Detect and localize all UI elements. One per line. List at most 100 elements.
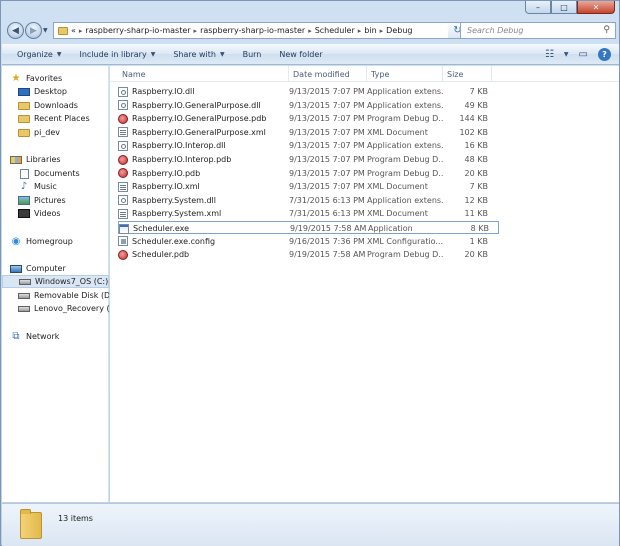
nav-desktop[interactable]: Desktop xyxy=(2,85,109,98)
file-name-cell[interactable]: Scheduler.pdb xyxy=(118,248,283,261)
desktop-icon xyxy=(18,87,30,96)
new-folder-button[interactable]: New folder xyxy=(270,50,331,59)
breadcrumb-item[interactable]: Debug xyxy=(386,26,412,35)
column-size[interactable]: Size xyxy=(443,66,492,82)
navigation-row: ◀ ▶ ▼ « ▸ raspberry-sharp-io-master ▸ ra… xyxy=(5,21,617,41)
column-type[interactable]: Type xyxy=(367,66,443,82)
breadcrumb-item[interactable]: Scheduler xyxy=(315,26,355,35)
nav-videos[interactable]: Videos xyxy=(2,207,109,220)
file-size: 20 KB xyxy=(464,168,488,178)
window-controls: – □ ✕ xyxy=(525,1,615,14)
file-row[interactable]: Raspberry.IO.xml 9/13/2015 7:07 PM XML Doc… xyxy=(118,180,499,193)
column-name[interactable]: Name xyxy=(118,66,289,82)
file-name-cell[interactable]: Raspberry.IO.GeneralPurpose.xml xyxy=(118,126,283,139)
nav-documents[interactable]: Documents xyxy=(2,167,109,180)
file-row[interactable]: Raspberry.IO.Interop.pdb 9/13/2015 7:07 P… xyxy=(118,153,499,166)
preview-pane-icon[interactable]: ▭ xyxy=(579,49,588,60)
forward-button[interactable]: ▶ xyxy=(25,22,42,39)
file-name-cell[interactable]: Raspberry.IO.GeneralPurpose.dll xyxy=(118,99,283,112)
file-date: 9/19/2015 7:58 AM xyxy=(290,224,366,233)
maximize-button[interactable]: □ xyxy=(551,1,577,14)
file-row[interactable]: Raspberry.IO.GeneralPurpose.xml 9/13/2015… xyxy=(118,126,499,139)
command-bar: Organize ▼ Include in library ▼ Share with… xyxy=(2,44,619,65)
nav-homegroup[interactable]: ◉ Homegroup xyxy=(2,235,109,248)
file-size: 144 KB xyxy=(459,114,488,124)
breadcrumb-separator[interactable]: ▸ xyxy=(191,27,201,35)
burn-button[interactable]: Burn xyxy=(234,50,271,59)
nav-music[interactable]: ♪ Music xyxy=(2,180,109,193)
file-name-cell[interactable]: Raspberry.IO.xml xyxy=(118,180,283,193)
share-with-button[interactable]: Share with ▼ xyxy=(164,50,233,59)
file-date: 7/31/2015 6:13 PM xyxy=(289,209,365,219)
nav-network[interactable]: ⧉ Network xyxy=(2,330,109,343)
file-name: Raspberry.IO.xml xyxy=(132,182,200,192)
file-name-cell[interactable]: Raspberry.IO.Interop.pdb xyxy=(118,153,283,166)
breadcrumb-separator[interactable]: ▸ xyxy=(377,27,387,35)
nav-downloads[interactable]: Downloads xyxy=(2,99,109,112)
file-size: 11 KB xyxy=(464,209,488,219)
file-row[interactable]: Raspberry.IO.GeneralPurpose.dll 9/13/2015… xyxy=(118,99,499,112)
breadcrumb-separator[interactable]: ▸ xyxy=(355,27,365,35)
file-row[interactable]: Scheduler.exe 9/19/2015 7:58 AM Applicatio… xyxy=(118,221,499,234)
organize-button[interactable]: Organize ▼ xyxy=(8,50,70,59)
file-name-cell[interactable]: Raspberry.IO.pdb xyxy=(118,167,283,180)
recent-pages-dropdown[interactable]: ▼ xyxy=(43,27,48,34)
file-type: Application xyxy=(368,224,413,233)
chevron-down-icon[interactable]: ▼ xyxy=(564,51,569,58)
file-row[interactable]: Raspberry.System.xml 7/31/2015 6:13 PM XML… xyxy=(118,207,499,220)
file-date: 9/13/2015 7:07 PM xyxy=(289,155,365,164)
address-bar[interactable]: « ▸ raspberry-sharp-io-master ▸ raspberr… xyxy=(53,22,457,39)
minimize-button[interactable]: – xyxy=(525,1,551,14)
file-name-cell[interactable]: Scheduler.exe xyxy=(119,222,284,235)
nav-recent-places[interactable]: Recent Places xyxy=(2,112,109,125)
close-button[interactable]: ✕ xyxy=(577,1,615,14)
file-name-cell[interactable]: Scheduler.exe.config xyxy=(118,235,283,248)
file-name-cell[interactable]: Raspberry.IO.dll xyxy=(118,85,283,98)
drive-icon xyxy=(18,305,30,312)
libraries-icon xyxy=(10,155,22,164)
file-size: 20 KB xyxy=(464,250,488,260)
include-in-library-button[interactable]: Include in library ▼ xyxy=(70,50,164,59)
back-button[interactable]: ◀ xyxy=(7,22,24,39)
nav-computer[interactable]: Computer xyxy=(2,262,109,275)
search-input[interactable]: Search Debug ⚲ xyxy=(460,22,616,39)
breadcrumb-item[interactable]: bin xyxy=(364,26,376,35)
breadcrumb-separator[interactable]: ▸ xyxy=(76,27,86,35)
nav-pi-dev[interactable]: pi_dev xyxy=(2,126,109,139)
nav-favorites[interactable]: ★ Favorites xyxy=(2,72,109,85)
pdb-file-icon xyxy=(118,168,128,179)
music-icon: ♪ xyxy=(20,180,28,192)
column-date-modified[interactable]: Date modified xyxy=(289,66,367,82)
file-name-cell[interactable]: Raspberry.System.xml xyxy=(118,207,283,220)
help-icon[interactable]: ? xyxy=(598,47,611,61)
computer-icon xyxy=(10,264,22,273)
file-size: 16 KB xyxy=(464,141,488,151)
pdb-file-icon xyxy=(118,154,128,165)
file-row[interactable]: Raspberry.System.dll 7/31/2015 6:13 PM App… xyxy=(118,194,499,207)
file-type: XML Document xyxy=(367,182,428,192)
breadcrumb-separator[interactable]: ▸ xyxy=(305,27,315,35)
videos-icon xyxy=(18,209,30,218)
file-type: Program Debug D... xyxy=(367,250,443,260)
file-name-cell[interactable]: Raspberry.IO.Interop.dll xyxy=(118,139,283,152)
file-row[interactable]: Raspberry.IO.dll 9/13/2015 7:07 PM Applica… xyxy=(118,85,499,98)
nav-pictures[interactable]: Pictures xyxy=(2,194,109,207)
nav-libraries[interactable]: Libraries xyxy=(2,153,109,166)
star-icon: ★ xyxy=(11,72,21,84)
search-icon[interactable]: ⚲ xyxy=(603,25,610,35)
nav-drive-c[interactable]: Windows7_OS (C:) xyxy=(2,275,109,288)
breadcrumb-item[interactable]: raspberry-sharp-io-master xyxy=(85,26,190,35)
breadcrumb-item[interactable]: raspberry-sharp-io-master xyxy=(200,26,305,35)
file-type: XML Configuratio... xyxy=(367,236,443,246)
file-row[interactable]: Scheduler.pdb 9/19/2015 7:58 AM Program De… xyxy=(118,248,499,261)
nav-drive-d[interactable]: Removable Disk (D:) xyxy=(2,289,109,302)
view-options-icon[interactable]: ☷ xyxy=(545,49,554,60)
file-row[interactable]: Raspberry.IO.Interop.dll 9/13/2015 7:07 P… xyxy=(118,139,499,152)
file-name-cell[interactable]: Raspberry.System.dll xyxy=(118,194,283,207)
file-row[interactable]: Raspberry.IO.GeneralPurpose.pdb 9/13/2015… xyxy=(118,112,499,125)
file-row[interactable]: Scheduler.exe.config 9/16/2015 7:36 PM XML… xyxy=(118,235,499,248)
file-row[interactable]: Raspberry.IO.pdb 9/13/2015 7:07 PM Program… xyxy=(118,167,499,180)
nav-drive-q[interactable]: Lenovo_Recovery (Q:) xyxy=(2,302,109,315)
file-name-cell[interactable]: Raspberry.IO.GeneralPurpose.pdb xyxy=(118,112,283,125)
forward-arrow-icon: ▶ xyxy=(30,25,37,36)
